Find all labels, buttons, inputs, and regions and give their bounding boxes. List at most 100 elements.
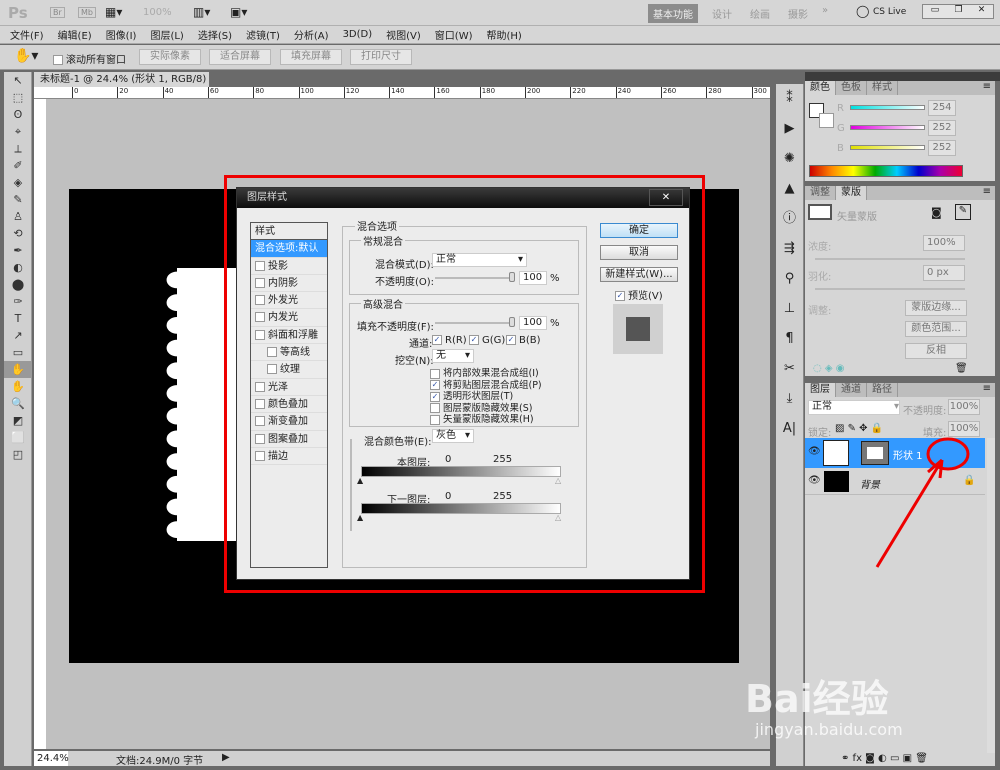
more-workspaces-button[interactable]: »	[822, 5, 828, 16]
vector-mask-icon[interactable]: ✎	[955, 204, 971, 220]
menu-edit[interactable]: 编辑(E)	[58, 27, 92, 42]
pixel-mask-icon[interactable]: ◙	[931, 206, 942, 219]
tool-icon[interactable]: ⌖	[4, 123, 32, 140]
style-item[interactable]: 斜面和浮雕	[251, 327, 327, 345]
style-checkbox[interactable]	[255, 277, 265, 288]
status-menu-arrow-icon[interactable]: ▶	[222, 752, 230, 763]
tool-icon[interactable]: ◩	[4, 412, 32, 429]
workspace-photography[interactable]: 摄影	[788, 6, 808, 21]
preview-checkbox[interactable]: ✓ 预览(V)	[615, 287, 663, 302]
style-item[interactable]: 光泽	[251, 379, 327, 396]
dock-panel-icon[interactable]: ⚲	[776, 264, 803, 294]
tool-icon[interactable]: ✐	[4, 157, 32, 174]
dock-panel-icon[interactable]: ⁑	[776, 84, 803, 114]
style-checkbox[interactable]	[267, 364, 277, 375]
tool-icon[interactable]: ✒	[4, 242, 32, 259]
feather-input[interactable]: 0 px	[923, 265, 965, 281]
arrange-documents-icon[interactable]: ▥▾	[193, 5, 210, 19]
tool-icon[interactable]: ⟲	[4, 225, 32, 242]
tool-icon[interactable]: ↗	[4, 327, 32, 344]
tool-icon[interactable]: ⬤	[4, 276, 32, 293]
advanced-option-checkbox[interactable]: 将内部效果混合成组(I)	[430, 365, 542, 379]
view-extras-icon[interactable]: ▦▾	[105, 5, 122, 19]
style-item[interactable]: 内发光	[251, 309, 327, 327]
document-tab[interactable]: 未标题-1 @ 24.4% (形状 1, RGB/8) * ⊠	[34, 72, 209, 100]
channel-r-checkbox[interactable]: ✓ R(R)	[432, 335, 467, 346]
visibility-eye-icon[interactable]: 👁	[808, 446, 821, 457]
style-item[interactable]: 混合选项:默认	[251, 240, 327, 258]
dock-panel-icon[interactable]: ⓘ	[776, 204, 803, 234]
black-handle-icon[interactable]: ▲	[357, 513, 363, 522]
fill-slider-thumb[interactable]	[509, 317, 515, 327]
tool-icon[interactable]: ◐	[4, 259, 32, 276]
layers-scrollbar[interactable]	[987, 438, 995, 753]
zoom-level-select[interactable]: 100%	[143, 7, 172, 18]
fill-opacity-input[interactable]: 100	[519, 316, 547, 330]
black-handle-icon[interactable]: ▲	[357, 476, 363, 485]
vector-mask-thumbnail[interactable]	[808, 204, 832, 220]
tool-icon[interactable]: ⬜	[4, 429, 32, 446]
blend-mode-select[interactable]: 正常 ▾	[432, 253, 527, 267]
panel-menu-icon[interactable]: ≡	[983, 81, 995, 95]
menu-image[interactable]: 图像(I)	[106, 27, 137, 42]
color-range-button[interactable]: 颜色范围...	[905, 321, 967, 337]
tool-icon[interactable]: ◈	[4, 174, 32, 191]
color-spectrum[interactable]	[809, 165, 963, 177]
tool-icon[interactable]: T	[4, 310, 32, 327]
channel-slider[interactable]	[850, 125, 925, 130]
fill-opacity-slider[interactable]	[435, 317, 515, 327]
dock-panel-icon[interactable]: ⇶	[776, 234, 803, 264]
screen-mode-icon[interactable]: ▣▾	[230, 5, 247, 19]
opacity-slider[interactable]	[435, 272, 515, 282]
menu-3d[interactable]: 3D(D)	[343, 29, 373, 40]
tab-color[interactable]: 颜色	[805, 81, 836, 95]
advanced-option-checkbox[interactable]: 矢量蒙版隐藏效果(H)	[430, 411, 542, 425]
visibility-eye-icon[interactable]: 👁	[808, 475, 821, 486]
fit-screen-button[interactable]: 适合屏幕	[209, 49, 271, 65]
menu-analysis[interactable]: 分析(A)	[294, 27, 329, 42]
style-checkbox[interactable]	[255, 312, 265, 323]
tab-adjustments[interactable]: 调整	[805, 186, 836, 200]
style-item[interactable]: 颜色叠加	[251, 396, 327, 414]
new-style-button[interactable]: 新建样式(W)...	[600, 267, 678, 282]
panel-menu-icon[interactable]: ≡	[983, 383, 995, 397]
style-item[interactable]: 渐变叠加	[251, 413, 327, 431]
advanced-option-checkbox[interactable]: ✓ 将剪贴图层混合成组(P)	[430, 377, 542, 391]
tool-icon[interactable]: ✎	[4, 191, 32, 208]
tool-icon[interactable]: ʘ	[4, 106, 32, 123]
style-item[interactable]: 纹理	[251, 361, 327, 379]
dock-panel-icon[interactable]: ▲	[776, 174, 803, 204]
channel-slider[interactable]	[850, 145, 925, 150]
print-size-button[interactable]: 打印尺寸	[350, 49, 412, 65]
style-item[interactable]: 描边	[251, 448, 327, 466]
menu-help[interactable]: 帮助(H)	[487, 27, 522, 42]
tool-icon[interactable]: ⟂	[4, 140, 32, 157]
style-item[interactable]: 等高线	[251, 344, 327, 362]
menu-filter[interactable]: 滤镜(T)	[246, 27, 280, 42]
white-handle-icon[interactable]: △	[555, 476, 561, 485]
workspace-painting[interactable]: 绘画	[750, 6, 770, 21]
dock-panel-icon[interactable]: ✺	[776, 144, 803, 174]
tool-icon[interactable]: ▭	[4, 344, 32, 361]
panel-menu-icon[interactable]: ≡	[983, 186, 995, 200]
blend-if-select[interactable]: 灰色 ▾	[432, 429, 474, 443]
tab-channels[interactable]: 通道	[836, 383, 867, 397]
style-checkbox[interactable]	[255, 260, 265, 271]
feather-slider[interactable]	[815, 288, 965, 290]
this-layer-gradient-slider[interactable]	[361, 466, 561, 477]
mask-footer-icons[interactable]: ◌ ◈ ◉	[813, 363, 845, 374]
background-color-swatch[interactable]	[819, 113, 834, 128]
dock-panel-icon[interactable]: ⤓	[776, 384, 803, 414]
channel-value-input[interactable]: 252	[928, 140, 956, 156]
channel-value-input[interactable]: 254	[928, 100, 956, 116]
style-checkbox[interactable]	[267, 347, 277, 358]
channel-b-checkbox[interactable]: ✓ B(B)	[506, 335, 541, 346]
tool-icon[interactable]: ◰	[4, 446, 32, 463]
density-input[interactable]: 100%	[923, 235, 965, 251]
opacity-slider-thumb[interactable]	[509, 272, 515, 282]
layer-blend-mode-select[interactable]: 正常 ▾	[808, 400, 900, 415]
dock-panel-icon[interactable]: A|	[776, 414, 803, 444]
workspace-essentials[interactable]: 基本功能	[648, 4, 698, 23]
style-checkbox[interactable]	[255, 329, 265, 340]
tool-icon[interactable]: ✋	[4, 378, 32, 395]
